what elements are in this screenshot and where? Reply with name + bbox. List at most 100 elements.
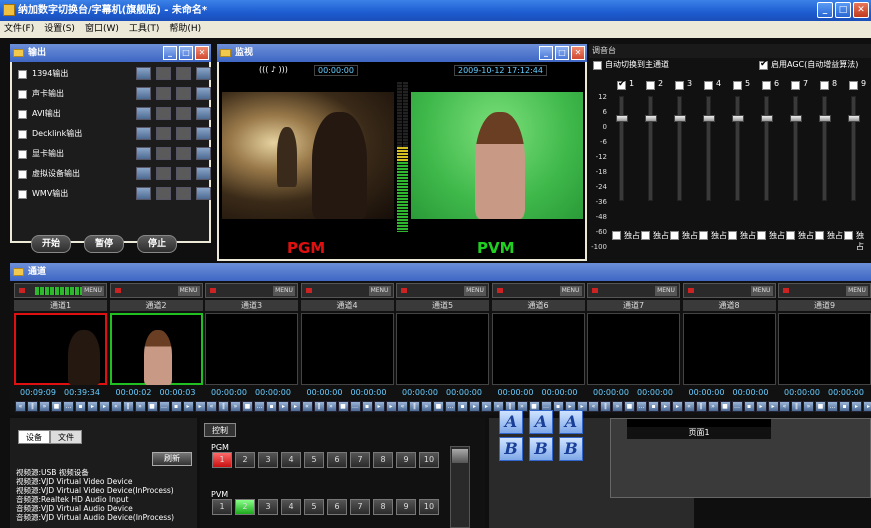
effect-thumbnail[interactable]: B — [559, 437, 583, 461]
channel-preview[interactable] — [14, 313, 107, 385]
solo-checkbox[interactable] — [728, 231, 737, 240]
stop-button[interactable]: 停止 — [137, 235, 177, 253]
pgm-source-button[interactable]: 1 — [212, 452, 232, 468]
channel-control-button[interactable]: … — [827, 401, 838, 412]
channel-control-button[interactable]: ■ — [146, 401, 158, 412]
output-option-button[interactable] — [136, 127, 151, 140]
channel-control-button[interactable]: « — [588, 401, 599, 412]
channel-menu-button[interactable]: MENU — [177, 286, 200, 296]
output-option-button[interactable] — [156, 187, 171, 200]
pgm-source-button[interactable]: 2 — [235, 452, 255, 468]
mixer-fader[interactable] — [732, 96, 744, 201]
pvm-source-button[interactable]: 9 — [396, 499, 416, 515]
channel-control-button[interactable]: ▸ — [672, 401, 683, 412]
pvm-source-button[interactable]: 5 — [304, 499, 324, 515]
pgm-source-button[interactable]: 9 — [396, 452, 416, 468]
channel-control-button[interactable]: » — [612, 401, 623, 412]
output-option-button[interactable] — [156, 127, 171, 140]
mixer-fader[interactable] — [819, 96, 831, 201]
mixer-fader[interactable] — [761, 96, 773, 201]
channel-control-button[interactable]: … — [158, 401, 170, 412]
pvm-source-button[interactable]: 6 — [327, 499, 347, 515]
mixer-channel-checkbox[interactable] — [617, 79, 626, 90]
channel-control-button[interactable]: ■ — [51, 401, 62, 412]
monitor-max-button[interactable]: □ — [555, 46, 569, 60]
channel-control-button[interactable]: ▸ — [194, 401, 206, 412]
channel-control-button[interactable]: ■ — [624, 401, 635, 412]
channel-control-button[interactable]: » — [803, 401, 814, 412]
output-option-button[interactable] — [176, 107, 191, 120]
maximize-button[interactable]: □ — [835, 2, 851, 18]
menu-file[interactable]: 文件(F) — [4, 21, 34, 38]
channel-control-button[interactable]: « — [397, 401, 408, 412]
effect-thumbnail[interactable]: A — [559, 410, 583, 434]
channel-control-button[interactable]: … — [636, 401, 647, 412]
device-list-item[interactable]: 视频源:VJD Virtual Video Device(InProcess) — [16, 486, 194, 495]
channel-control-button[interactable]: … — [254, 401, 265, 412]
channel-control-button[interactable]: » — [325, 401, 337, 412]
output-checkbox[interactable] — [18, 130, 27, 139]
solo-checkbox[interactable] — [844, 231, 853, 240]
pgm-source-button[interactable]: 7 — [350, 452, 370, 468]
channel-control-button[interactable]: ▸ — [278, 401, 289, 412]
pvm-source-button[interactable]: 8 — [373, 499, 393, 515]
mixer-channel-checkbox[interactable] — [646, 81, 655, 90]
pvm-source-button[interactable]: 7 — [350, 499, 370, 515]
mixer-fader[interactable] — [674, 96, 686, 201]
device-list-item[interactable]: 音频源:Realtek HD Audio Input — [16, 495, 194, 504]
channel-control-button[interactable]: ■ — [337, 401, 349, 412]
output-option-button[interactable] — [136, 147, 151, 160]
mixer-channel-checkbox[interactable] — [849, 81, 858, 90]
channel-control-button[interactable]: ‖ — [122, 401, 134, 412]
channel-control-button[interactable]: … — [445, 401, 456, 412]
output-checkbox[interactable] — [18, 110, 27, 119]
channel-control-button[interactable]: » — [230, 401, 241, 412]
channel-control-button[interactable]: ‖ — [218, 401, 229, 412]
channel-control-button[interactable]: ▪ — [743, 401, 755, 412]
channel-control-button[interactable]: » — [39, 401, 50, 412]
channel-preview[interactable] — [205, 313, 298, 385]
pvm-source-button[interactable]: 1 — [212, 499, 232, 515]
output-checkbox[interactable] — [18, 90, 27, 99]
mixer-channel-checkbox[interactable] — [733, 81, 742, 90]
fader-knob[interactable] — [819, 115, 831, 122]
channel-control-button[interactable]: ■ — [242, 401, 253, 412]
mixer-channel-checkbox[interactable] — [820, 81, 829, 90]
channel-control-button[interactable]: « — [15, 401, 26, 412]
channel-control-button[interactable]: ▸ — [755, 401, 767, 412]
channel-control-button[interactable]: ▸ — [863, 401, 871, 412]
channel-preview[interactable] — [587, 313, 680, 385]
channel-control-button[interactable]: « — [301, 401, 313, 412]
effect-thumbnail[interactable]: B — [499, 437, 523, 461]
output-close-button[interactable]: ✕ — [195, 46, 209, 60]
channel-control-button[interactable]: « — [683, 401, 695, 412]
pgm-source-button[interactable]: 4 — [281, 452, 301, 468]
effect-thumbnail[interactable]: A — [529, 410, 553, 434]
output-option-button[interactable] — [176, 187, 191, 200]
channel-preview[interactable] — [778, 313, 871, 385]
channel-control-button[interactable]: « — [110, 401, 122, 412]
effect-thumbnail[interactable]: B — [529, 437, 553, 461]
output-option-button[interactable] — [176, 87, 191, 100]
fader-knob[interactable] — [790, 115, 802, 122]
channel-control-button[interactable]: » — [421, 401, 432, 412]
pgm-source-button[interactable]: 3 — [258, 452, 278, 468]
refresh-button[interactable]: 刷新 — [152, 452, 192, 466]
channel-control-button[interactable]: ▪ — [648, 401, 659, 412]
channel-control-button[interactable]: ‖ — [313, 401, 325, 412]
channel-control-button[interactable]: ▪ — [170, 401, 182, 412]
output-checkbox[interactable] — [18, 190, 27, 199]
tab-devices[interactable]: 设备 — [18, 430, 50, 444]
device-list-item[interactable]: 视频源:USB 视频设备 — [16, 468, 194, 477]
channel-control-button[interactable]: » — [134, 401, 146, 412]
channel-preview[interactable] — [396, 313, 489, 385]
solo-checkbox[interactable] — [612, 231, 621, 240]
channel-control-button[interactable]: … — [731, 401, 743, 412]
output-checkbox[interactable] — [18, 170, 27, 179]
channel-control-button[interactable]: ‖ — [600, 401, 611, 412]
channel-menu-button[interactable]: MENU — [655, 286, 677, 296]
pause-button[interactable]: 暂停 — [84, 235, 124, 253]
channel-control-button[interactable]: ▪ — [361, 401, 373, 412]
channel-control-button[interactable]: … — [349, 401, 361, 412]
mixer-channel-checkbox[interactable] — [791, 81, 800, 90]
